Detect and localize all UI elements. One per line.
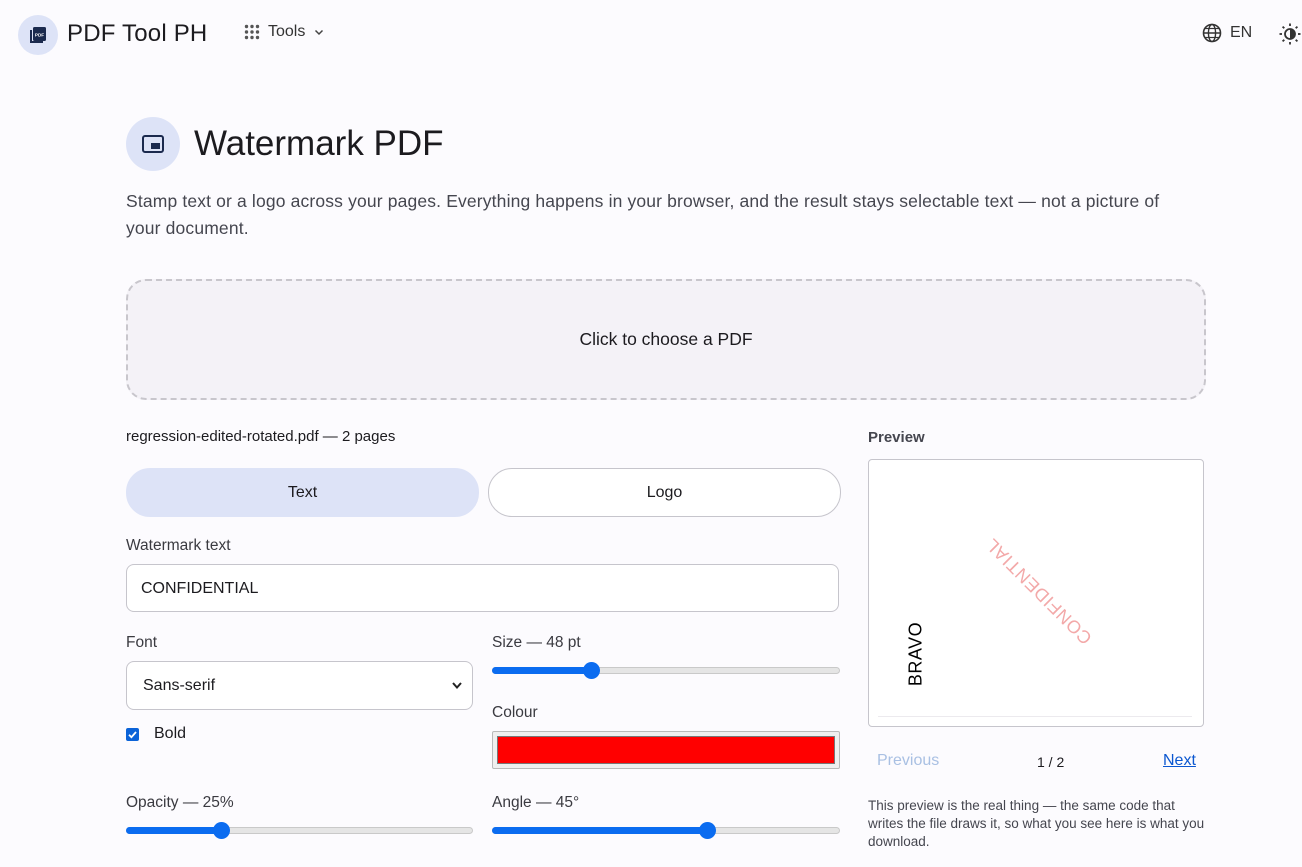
app-logo[interactable]: PDF	[18, 15, 58, 55]
slider-fill	[492, 827, 708, 834]
slider-fill	[126, 827, 222, 834]
colour-picker[interactable]	[492, 731, 840, 769]
slider-thumb[interactable]	[213, 822, 231, 839]
chevron-down-icon	[315, 29, 324, 36]
language-selector[interactable]: EN	[1202, 23, 1252, 43]
bold-checkbox[interactable]	[126, 728, 139, 741]
opacity-label: Opacity — 25%	[126, 794, 234, 811]
language-code: EN	[1230, 24, 1253, 41]
slider-fill	[492, 667, 592, 674]
size-slider[interactable]	[492, 661, 840, 681]
slider-thumb[interactable]	[582, 662, 600, 679]
tools-menu-button[interactable]: Tools	[244, 23, 325, 41]
pdf-file-icon: PDF	[30, 27, 46, 43]
apps-grid-icon	[244, 24, 260, 40]
theme-toggle-button[interactable]	[1278, 22, 1302, 51]
tool-icon	[126, 117, 180, 171]
page-title: Watermark PDF	[194, 124, 444, 163]
file-info: regression-edited-rotated.pdf — 2 pages	[126, 428, 396, 445]
app-name[interactable]: PDF Tool PH	[67, 20, 207, 48]
tools-menu-label: Tools	[268, 23, 306, 40]
watermark-text-label: Watermark text	[126, 537, 231, 554]
colour-label: Colour	[492, 704, 538, 721]
globe-icon	[1202, 23, 1222, 43]
angle-label: Angle — 45°	[492, 794, 580, 811]
logo-mode-button[interactable]: Logo	[488, 468, 841, 517]
size-label: Size — 48 pt	[492, 634, 581, 651]
angle-slider[interactable]	[492, 821, 840, 841]
watermark-text-input[interactable]: CONFIDENTIAL	[126, 564, 839, 612]
previous-page-button[interactable]: Previous	[877, 752, 939, 770]
pdf-dropzone[interactable]: Click to choose a PDF	[126, 279, 1206, 400]
preview-page-text: BRAVO	[905, 621, 926, 687]
font-select-value: Sans-serif	[143, 677, 216, 694]
logo-label: PDF	[35, 33, 44, 38]
font-select[interactable]: Sans-serif	[126, 661, 473, 710]
preview-note: This preview is the real thing — the sam…	[868, 798, 1205, 849]
page-description: Stamp text or a logo across your pages. …	[126, 191, 1160, 238]
dropzone-label: Click to choose a PDF	[579, 329, 753, 349]
slider-thumb[interactable]	[699, 822, 716, 839]
preview-label: Preview	[868, 429, 925, 446]
next-page-button[interactable]: Next	[1163, 752, 1196, 770]
picture-in-picture-icon	[142, 135, 164, 153]
page-indicator: 1 / 2	[1037, 754, 1065, 770]
bold-label: Bold	[154, 725, 187, 742]
chevron-down-icon	[452, 682, 462, 690]
top-bar: PDF PDF Tool PH Tools EN	[0, 0, 1302, 70]
theme-toggle-icon	[1279, 23, 1301, 45]
colour-swatch	[497, 736, 835, 764]
text-mode-button[interactable]: Text	[126, 468, 479, 517]
checkmark-icon	[128, 731, 137, 739]
preview-page-edge	[878, 716, 1192, 717]
font-label: Font	[126, 634, 158, 651]
opacity-slider[interactable]	[126, 821, 473, 841]
